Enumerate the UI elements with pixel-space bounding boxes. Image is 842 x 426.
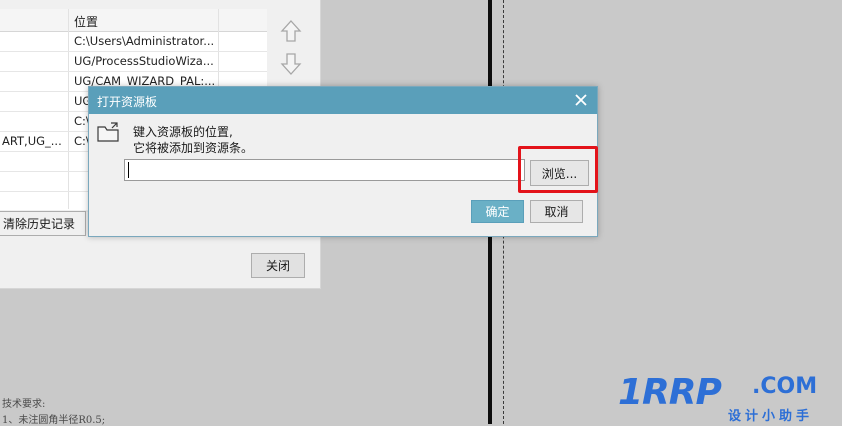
watermark-main: 1RRP xyxy=(618,372,722,413)
table-row[interactable]: C:\Users\Administrator... xyxy=(0,31,267,52)
move-down-button[interactable] xyxy=(278,50,304,78)
text-caret xyxy=(128,162,129,178)
folder-open-icon xyxy=(97,122,119,142)
close-icon xyxy=(575,94,587,106)
palette-location-input[interactable] xyxy=(124,159,525,181)
watermark-domain: .COM xyxy=(752,374,818,399)
dialog-title: 打开资源板 xyxy=(97,95,158,109)
drawing-note-title: 技术要求: xyxy=(2,399,46,410)
dialog-title-bar[interactable]: 打开资源板 xyxy=(89,87,597,114)
arrow-down-icon xyxy=(280,53,302,75)
table-cell: ART,UG_... xyxy=(2,134,62,148)
watermark-logo: 1RRP .COM 设计小助手 xyxy=(618,372,834,424)
table-cell: C:\Users\Administrator... xyxy=(74,34,215,48)
move-up-button[interactable] xyxy=(278,17,304,45)
column-header-location[interactable]: 位置 xyxy=(74,13,98,30)
dialog-close-button[interactable] xyxy=(571,90,591,110)
ok-button[interactable]: 确定 xyxy=(471,200,524,223)
arrow-up-icon xyxy=(280,20,302,42)
table-row[interactable]: UG/ProcessStudioWiza... xyxy=(0,51,267,72)
watermark-subtitle: 设计小助手 xyxy=(728,409,814,424)
history-table-header xyxy=(0,9,267,32)
clear-history-button[interactable]: 清除历史记录 xyxy=(0,211,86,236)
cancel-button[interactable]: 取消 xyxy=(530,200,583,223)
dialog-prompt-line1: 键入资源板的位置, xyxy=(133,125,233,139)
dialog-prompt-line2: 它将被添加到资源条。 xyxy=(133,141,254,155)
table-cell: UG/ProcessStudioWiza... xyxy=(74,54,214,68)
highlight-box xyxy=(518,146,598,193)
close-button[interactable]: 关闭 xyxy=(251,253,305,278)
